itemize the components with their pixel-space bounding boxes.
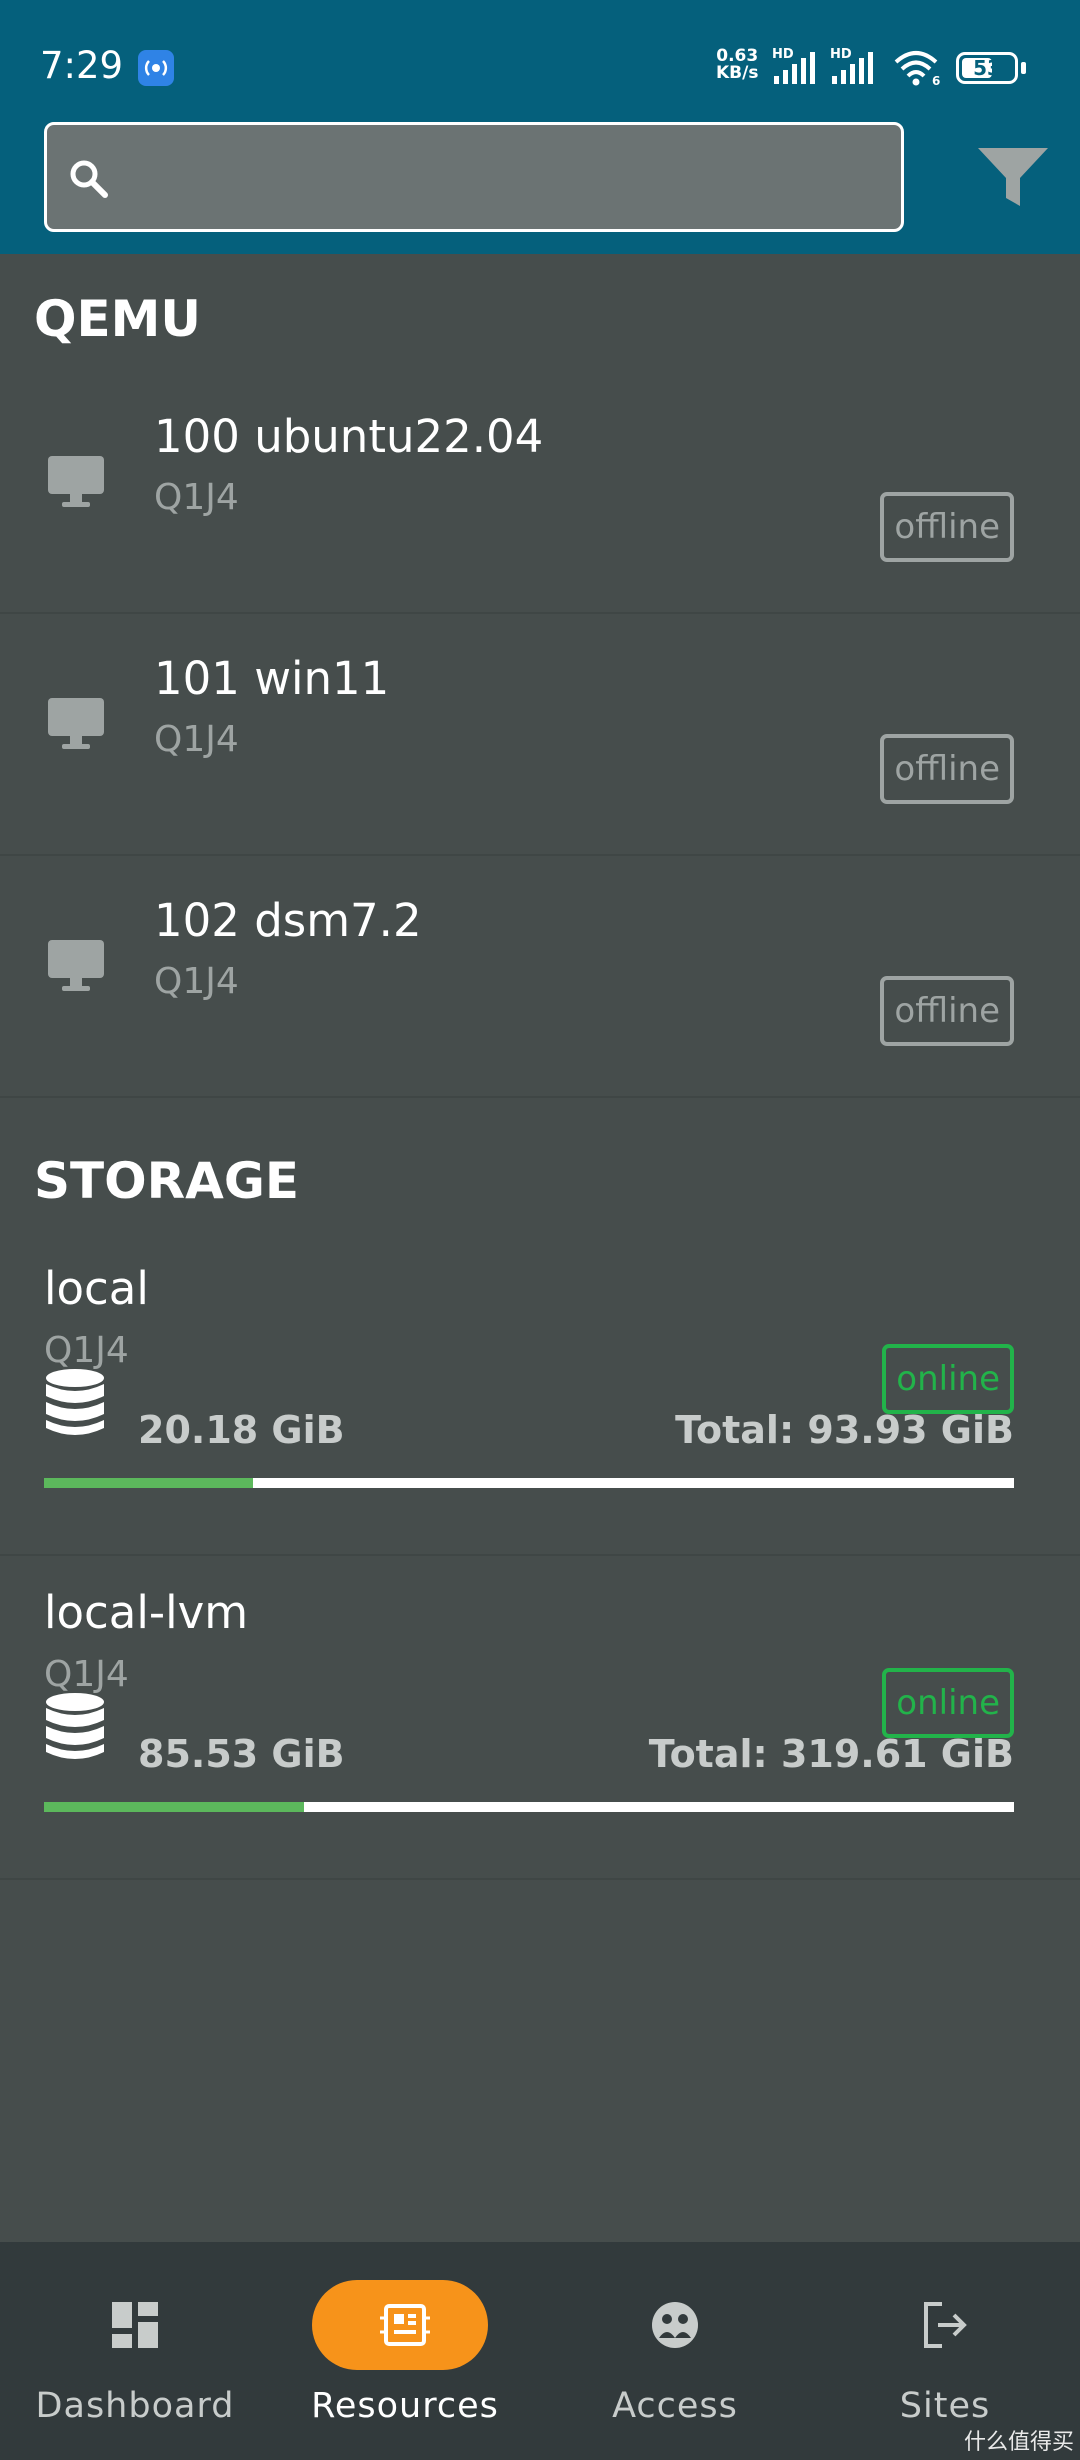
usage-bar <box>44 1802 1014 1812</box>
search-icon <box>70 160 108 198</box>
storage-node: Q1J4 <box>44 1654 129 1695</box>
vm-node: Q1J4 <box>154 719 239 760</box>
vm-node: Q1J4 <box>154 961 239 1002</box>
storage-used: 85.53 GiB <box>138 1732 345 1776</box>
sites-logout-icon <box>924 2302 967 2348</box>
vm-name: 102 dsm7.2 <box>154 894 422 947</box>
dashboard-icon <box>112 2302 158 2348</box>
vm-row[interactable]: 102 dsm7.2 Q1J4 offline <box>0 856 1080 1098</box>
storage-total: Total: 93.93 GiB <box>675 1408 1014 1452</box>
section-title-storage: STORAGE <box>34 1152 300 1210</box>
storage-name: local <box>44 1262 149 1315</box>
status-badge: offline <box>880 976 1014 1046</box>
section-title-qemu: QEMU <box>34 290 202 348</box>
storage-name: local-lvm <box>44 1586 249 1639</box>
storage-used: 20.18 GiB <box>138 1408 345 1452</box>
svg-text:HD: HD <box>772 48 794 62</box>
vm-row[interactable]: 100 ubuntu22.04 Q1J4 offline <box>0 372 1080 614</box>
storage-row[interactable]: local Q1J4 online 20.18 GiB Total: 93.93… <box>0 1232 1080 1556</box>
usage-bar <box>44 1478 1014 1488</box>
hotspot-notification-icon <box>138 50 174 86</box>
database-icon <box>46 1693 104 1759</box>
usage-bar-fill <box>44 1478 253 1488</box>
vm-name: 100 ubuntu22.04 <box>154 410 544 463</box>
nav-item-access[interactable]: Access <box>540 2242 810 2460</box>
svg-text:6: 6 <box>932 74 940 86</box>
storage-total: Total: 319.61 GiB <box>648 1732 1014 1776</box>
database-icon <box>46 1369 104 1435</box>
status-badge: online <box>882 1668 1014 1738</box>
vm-row[interactable]: 101 win11 Q1J4 offline <box>0 614 1080 856</box>
storage-row[interactable]: local-lvm Q1J4 online 85.53 GiB Total: 3… <box>0 1556 1080 1880</box>
svg-text:HD: HD <box>830 48 852 62</box>
nav-item-resources[interactable]: Resources <box>270 2242 540 2460</box>
vm-name: 101 win11 <box>154 652 390 705</box>
monitor-icon <box>48 940 104 991</box>
watermark: 什么值得买 <box>963 2430 1074 2455</box>
nav-label: Resources <box>311 2386 499 2426</box>
search-bar[interactable] <box>44 122 904 232</box>
status-time: 7:29 <box>40 44 124 87</box>
nav-label: Dashboard <box>35 2386 235 2426</box>
access-icon <box>652 2302 698 2348</box>
nav-label: Access <box>612 2386 738 2426</box>
usage-bar-fill <box>44 1802 304 1812</box>
bottom-navigation: Dashboard Resources Access Sites 什么值得买 <box>0 2242 1080 2460</box>
battery-tip <box>1021 62 1026 74</box>
app-header: 7:29 0.63 KB/s HD HD 6 53 <box>0 0 1080 254</box>
filter-icon[interactable] <box>976 144 1050 210</box>
cell-signal-1-icon: HD <box>772 48 815 84</box>
monitor-icon <box>48 698 104 749</box>
status-badge: offline <box>880 492 1014 562</box>
status-bar: 7:29 0.63 KB/s HD HD 6 53 <box>0 0 1080 110</box>
network-speed: 0.63 KB/s <box>716 46 759 83</box>
storage-node: Q1J4 <box>44 1330 129 1371</box>
search-input[interactable] <box>127 145 887 211</box>
wifi-icon: 6 <box>894 51 940 86</box>
battery-icon: 53 <box>956 52 1018 84</box>
resources-icon <box>380 2304 430 2346</box>
cell-signal-2-icon: HD <box>830 48 873 84</box>
status-badge: online <box>882 1344 1014 1414</box>
vm-node: Q1J4 <box>154 477 239 518</box>
status-badge: offline <box>880 734 1014 804</box>
nav-item-dashboard[interactable]: Dashboard <box>0 2242 270 2460</box>
nav-label: Sites <box>899 2386 991 2426</box>
monitor-icon <box>48 456 104 507</box>
